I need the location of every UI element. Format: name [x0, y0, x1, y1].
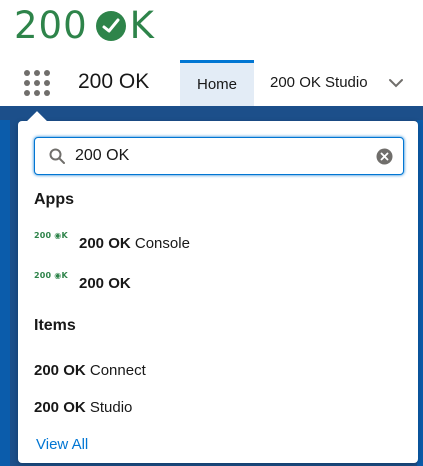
tab-200-ok-studio[interactable]: 200 OK Studio [270, 74, 368, 91]
app-launcher-dropdown: Apps 200 ◉K 200 OK Console 200 ◉K 200 OK… [18, 121, 418, 463]
app-name: 200 OK [78, 70, 150, 93]
logo-suffix: K [129, 4, 155, 47]
search-box [34, 137, 404, 175]
tab-home-label: Home [196, 76, 237, 93]
apps-section-title: Apps [34, 191, 74, 208]
app-logo: 200 ◉K [34, 271, 68, 280]
app-result-200-ok-console[interactable]: 200 ◉K 200 OK Console [34, 231, 404, 259]
checkmark-circle-icon [95, 11, 126, 41]
chevron-down-icon[interactable] [387, 76, 405, 90]
app-logo: 200 ◉K [34, 231, 68, 240]
search-icon [49, 148, 65, 164]
logo-prefix: 200 [14, 4, 88, 47]
tab-home[interactable]: Home [180, 60, 254, 106]
app-result-200-ok[interactable]: 200 ◉K 200 OK [34, 271, 404, 299]
search-input[interactable] [75, 144, 365, 168]
items-section-title: Items [34, 317, 76, 334]
global-nav: 200 OK Home 200 OK Studio [0, 60, 423, 106]
app-result-label: 200 OK Console [79, 235, 190, 252]
app-result-label: 200 OK [79, 275, 131, 292]
clear-icon[interactable] [376, 148, 393, 165]
item-result-200-ok-studio[interactable]: 200 OK Studio [34, 399, 132, 416]
item-result-200-ok-connect[interactable]: 200 OK Connect [34, 362, 146, 379]
view-all-link[interactable]: View All [36, 436, 88, 453]
app-launcher-icon[interactable] [22, 68, 52, 98]
brand-logo: 200 K [14, 4, 155, 48]
